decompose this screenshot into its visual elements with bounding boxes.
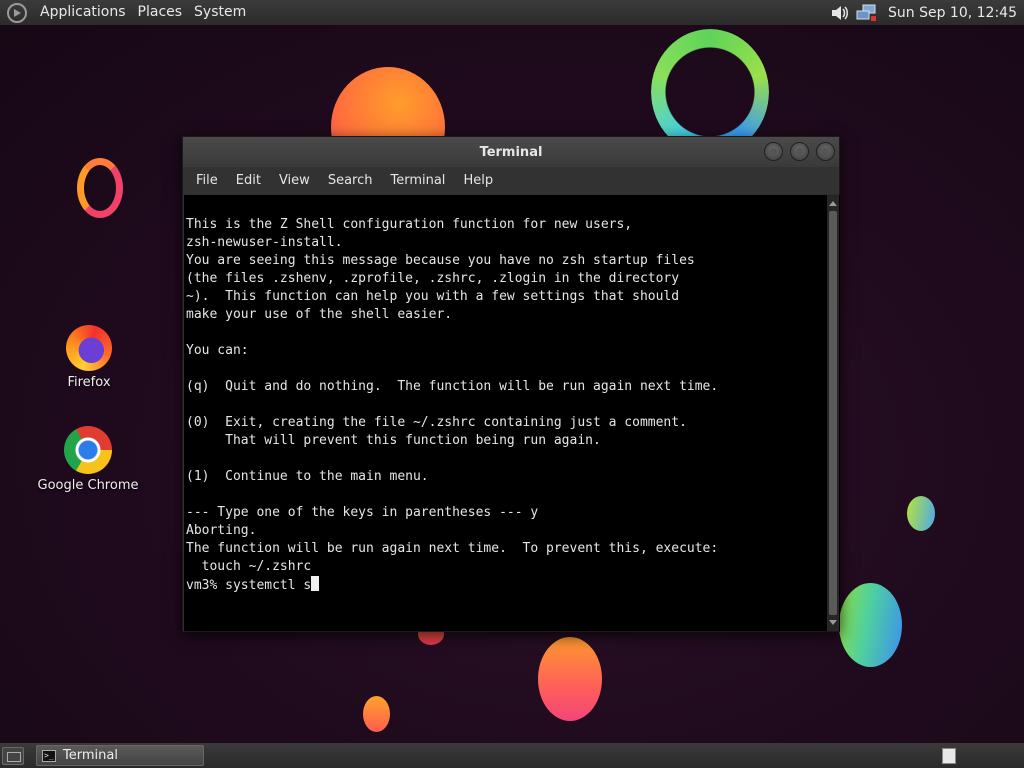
window-menubar: File Edit View Search Terminal Help xyxy=(183,167,839,194)
system-tray: Sun Sep 10, 12:45 xyxy=(828,0,1024,25)
terminal-line: (q) Quit and do nothing. The function wi… xyxy=(186,379,719,394)
scroll-up-arrow-icon[interactable] xyxy=(829,201,837,206)
terminal-line: You can: xyxy=(186,343,249,358)
terminal-window: Terminal File Edit View Search Terminal … xyxy=(182,136,840,632)
taskbar-button-terminal[interactable]: >_ Terminal xyxy=(36,745,204,766)
menu-view[interactable]: View xyxy=(270,167,319,194)
menu-help[interactable]: Help xyxy=(454,167,502,194)
terminal-line: The function will be run again next time… xyxy=(186,541,719,556)
terminal-prompt-text: vm3% systemctl s xyxy=(186,578,312,593)
menu-system[interactable]: System xyxy=(188,0,252,25)
distro-logo-icon[interactable] xyxy=(7,2,27,23)
workspace-switcher[interactable] xyxy=(942,747,956,764)
terminal-line: zsh-newuser-install. xyxy=(186,235,343,250)
window-title: Terminal xyxy=(479,144,543,160)
speaker-icon[interactable] xyxy=(828,3,850,23)
terminal-line: --- Type one of the keys in parentheses … xyxy=(186,505,539,520)
terminal-line: (0) Exit, creating the file ~/.zshrc con… xyxy=(186,415,687,430)
menu-file[interactable]: File xyxy=(187,167,227,194)
decorative-blob xyxy=(538,637,602,721)
decorative-blob xyxy=(363,696,390,732)
clock[interactable]: Sun Sep 10, 12:45 xyxy=(884,5,1024,21)
window-titlebar[interactable]: Terminal xyxy=(183,137,839,167)
terminal-line: make your use of the shell easier. xyxy=(186,307,453,322)
network-icon[interactable] xyxy=(856,3,878,23)
minimize-button[interactable] xyxy=(764,142,783,161)
menu-places[interactable]: Places xyxy=(132,0,189,25)
terminal-scrollbar[interactable] xyxy=(827,195,839,631)
terminal-line: Aborting. xyxy=(186,523,257,538)
menu-terminal[interactable]: Terminal xyxy=(381,167,454,194)
terminal-line: (1) Continue to the main menu. xyxy=(186,469,429,484)
firefox-icon xyxy=(66,325,112,371)
bottom-panel: >_ Terminal xyxy=(0,743,1024,768)
terminal-line: ~). This function can help you with a fe… xyxy=(186,289,680,304)
scroll-down-arrow-icon[interactable] xyxy=(829,620,837,625)
desktop-icon-label: Firefox xyxy=(67,375,111,390)
chrome-icon xyxy=(64,426,112,474)
taskbar-button-label: Terminal xyxy=(63,748,118,763)
decorative-blob xyxy=(839,583,902,667)
menu-search[interactable]: Search xyxy=(319,167,382,194)
menu-applications[interactable]: Applications xyxy=(34,0,132,25)
maximize-button[interactable] xyxy=(790,142,809,161)
top-panel: Applications Places System Sun Sep 10, 1… xyxy=(0,0,1024,25)
show-desktop-icon[interactable] xyxy=(2,746,24,765)
text-cursor xyxy=(311,576,320,591)
terminal-prompt-line[interactable]: vm3% systemctl s xyxy=(186,576,824,595)
desktop-icon-google-chrome[interactable]: Google Chrome xyxy=(33,426,143,493)
terminal-line: touch ~/.zshrc xyxy=(186,559,312,574)
terminal-line: That will prevent this function being ru… xyxy=(186,433,601,448)
decorative-ring-small xyxy=(77,158,123,218)
desktop-icon-firefox[interactable]: Firefox xyxy=(34,325,144,390)
terminal-output[interactable]: This is the Z Shell configuration functi… xyxy=(184,195,840,631)
window-controls xyxy=(764,142,835,161)
desktop-icon-label: Google Chrome xyxy=(37,478,139,493)
terminal-text: This is the Z Shell configuration functi… xyxy=(186,198,824,631)
close-button[interactable] xyxy=(816,142,835,161)
menu-edit[interactable]: Edit xyxy=(227,167,270,194)
terminal-line: You are seeing this message because you … xyxy=(186,253,695,268)
terminal-icon: >_ xyxy=(42,749,56,762)
terminal-line: This is the Z Shell configuration functi… xyxy=(186,217,633,232)
decorative-blob xyxy=(907,496,935,531)
scrollbar-thumb[interactable] xyxy=(829,211,837,615)
terminal-line: (the files .zshenv, .zprofile, .zshrc, .… xyxy=(186,271,680,286)
